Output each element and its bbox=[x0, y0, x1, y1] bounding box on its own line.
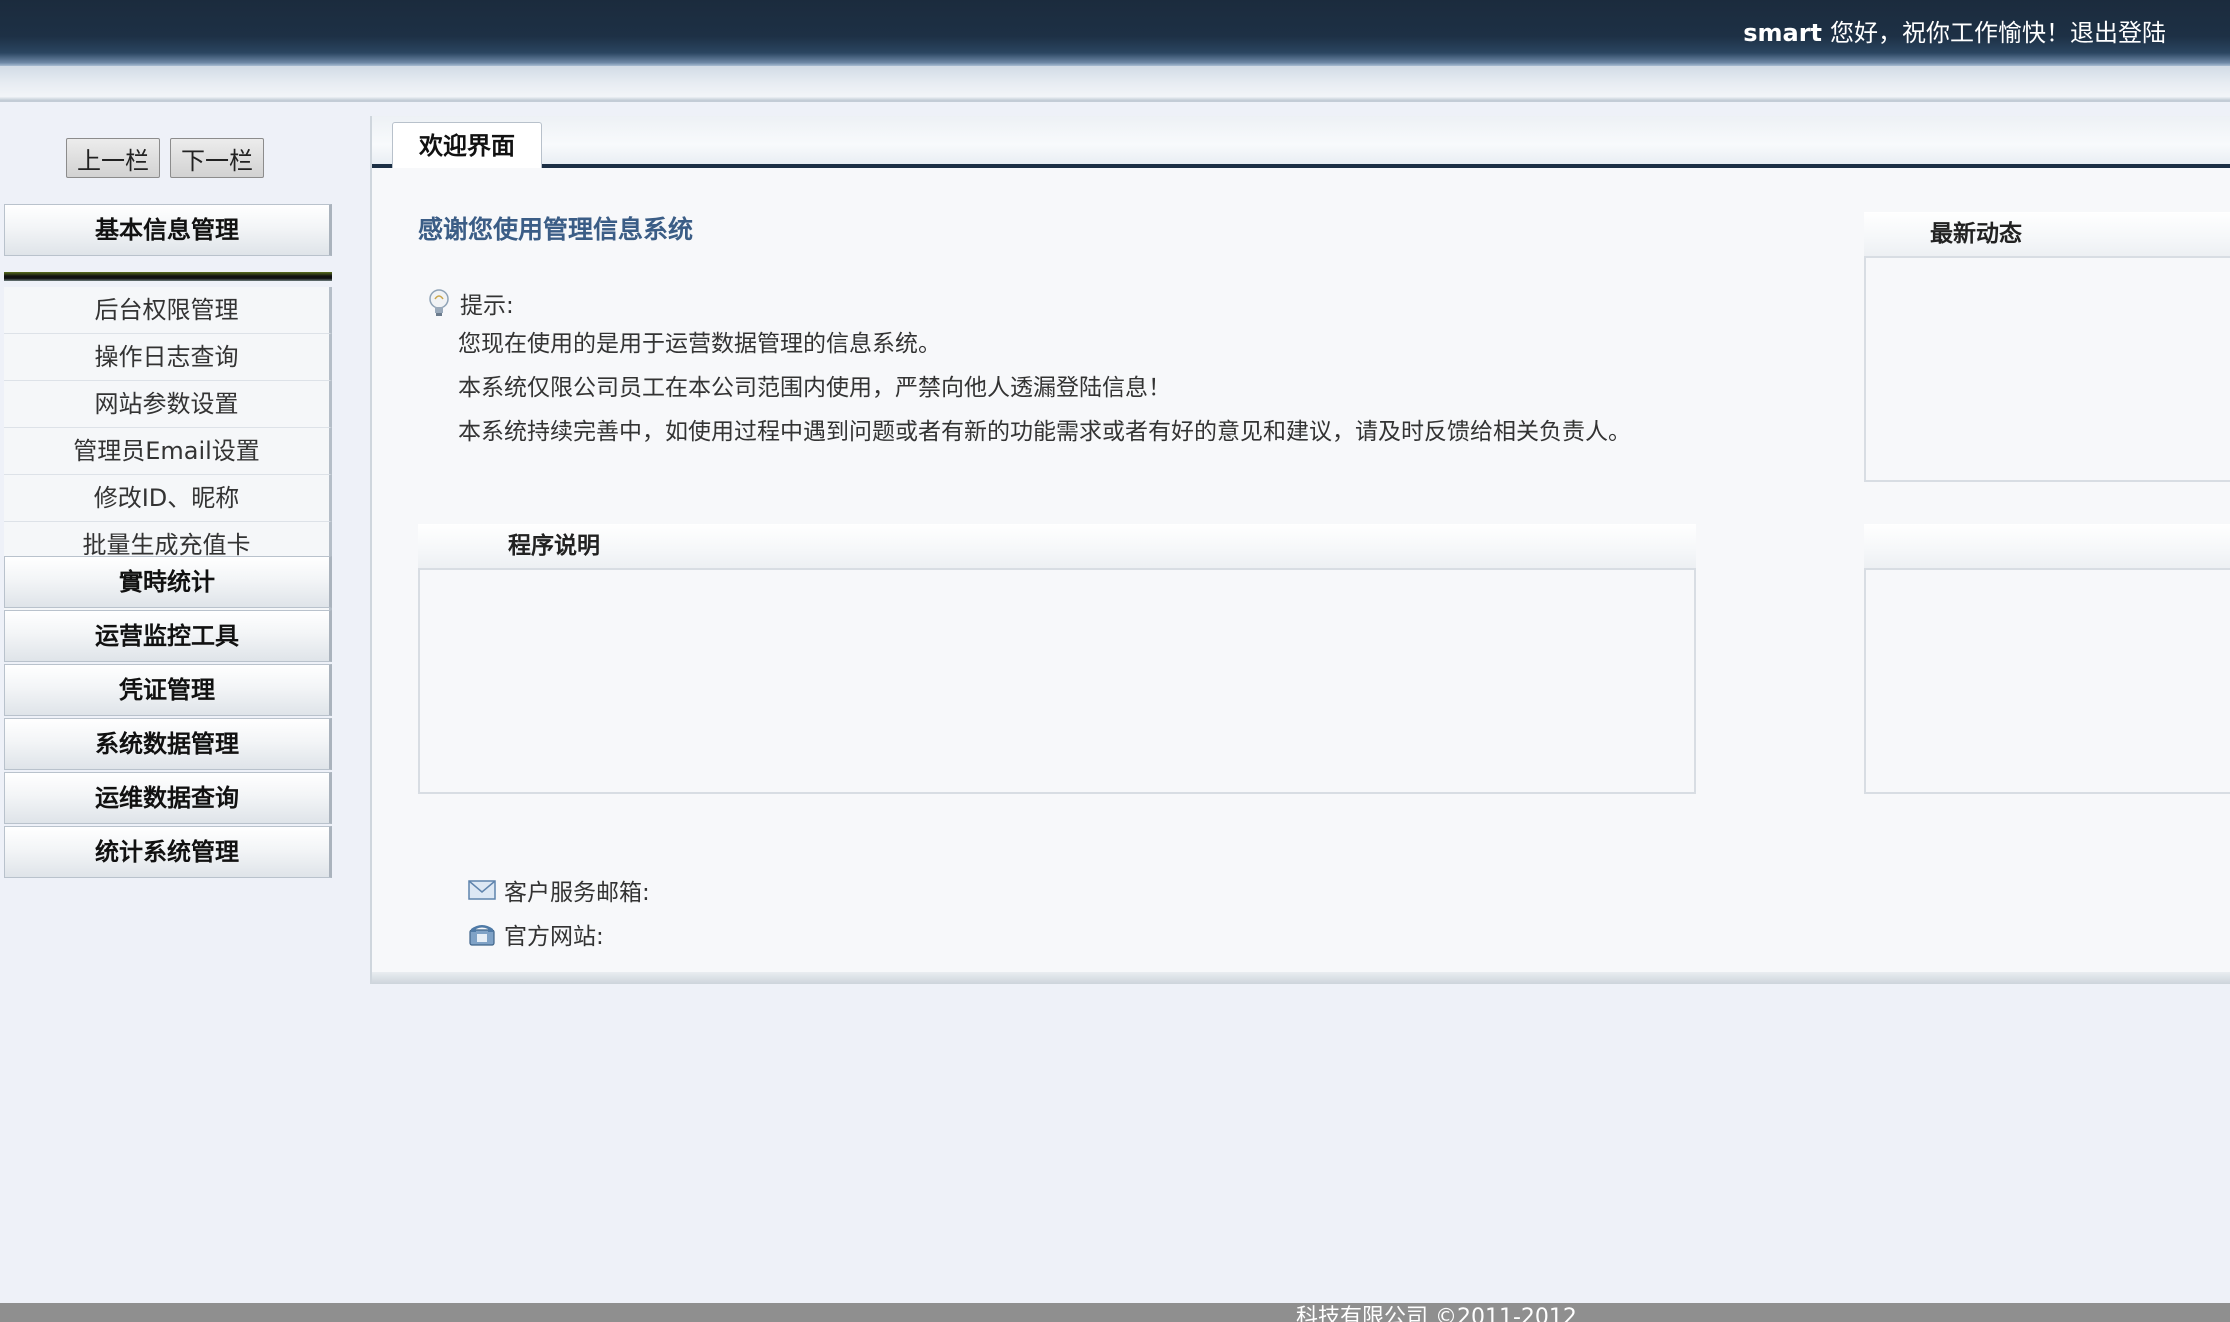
tips-block: 提示: 您现在使用的是用于运营数据管理的信息系统。 本系统仅限公司员工在本公司范… bbox=[426, 286, 1631, 454]
tab-bar: 欢迎界面 bbox=[372, 116, 2230, 168]
footer: 科技有限公司 ©2011-2012 bbox=[0, 1303, 2230, 1322]
right-panel bbox=[1864, 568, 2230, 794]
copyright-text: 科技有限公司 ©2011-2012 bbox=[1296, 1305, 1577, 1322]
frame-bottom-edge bbox=[372, 972, 2230, 984]
email-row: 客户服务邮箱: bbox=[468, 868, 650, 912]
website-label: 官方网站: bbox=[504, 924, 604, 950]
logout-link[interactable]: 退出登陆 bbox=[2070, 19, 2166, 47]
menu-section-stats-system[interactable]: 统计系统管理 bbox=[4, 826, 332, 878]
menu-section-basic-info[interactable]: 基本信息管理 bbox=[4, 204, 332, 256]
menu-section-system-data[interactable]: 系统数据管理 bbox=[4, 718, 332, 770]
submenu-item-operation-log[interactable]: 操作日志查询 bbox=[4, 334, 332, 381]
email-label: 客户服务邮箱: bbox=[504, 880, 650, 906]
tip-line: 本系统持续完善中，如使用过程中遇到问题或者有新的功能需求或者有好的意见和建议，请… bbox=[458, 419, 1631, 445]
tip-label: 提示: bbox=[426, 286, 1631, 320]
latest-news-header: 最新动态 bbox=[1864, 212, 2230, 256]
menu-section-ops-query[interactable]: 运维数据查询 bbox=[4, 772, 332, 824]
header-subbar bbox=[0, 66, 2230, 102]
username: smart bbox=[1743, 19, 1822, 47]
menu-divider bbox=[4, 272, 332, 281]
menu-section-voucher[interactable]: 凭证管理 bbox=[4, 664, 332, 716]
greeting-text: 您好，祝你工作愉快！ bbox=[1830, 19, 2070, 47]
program-desc-title: 程序说明 bbox=[508, 533, 600, 559]
prev-section-button[interactable]: 上一栏 bbox=[66, 138, 160, 178]
lightbulb-icon bbox=[429, 289, 449, 316]
latest-news-title: 最新动态 bbox=[1930, 221, 2022, 247]
contact-info: 客户服务邮箱: 官方网站: bbox=[468, 868, 650, 956]
page-title: 感谢您使用管理信息系统 bbox=[418, 215, 694, 244]
top-header: smart 您好，祝你工作愉快！退出登陆 bbox=[0, 0, 2230, 66]
envelope-icon bbox=[468, 880, 496, 900]
phone-icon bbox=[469, 925, 495, 946]
tip-line: 您现在使用的是用于运营数据管理的信息系统。 bbox=[458, 331, 941, 357]
program-desc-header: 程序说明 bbox=[418, 524, 1696, 568]
user-greeting: smart 您好，祝你工作愉快！退出登陆 bbox=[1743, 16, 2166, 50]
submenu-item-modify-id[interactable]: 修改ID、昵称 bbox=[4, 475, 332, 522]
submenu-item-permissions[interactable]: 后台权限管理 bbox=[4, 287, 332, 334]
content-frame: 欢迎界面 感谢您使用管理信息系统 提示: 您现在使用的是用于运营数据管理的信息系… bbox=[370, 116, 2230, 984]
latest-news-panel bbox=[1864, 256, 2230, 482]
sidebar-pager: 上一栏 下一栏 bbox=[66, 138, 264, 178]
menu-section-monitoring-tools[interactable]: 运营监控工具 bbox=[4, 610, 332, 662]
right-panel-header bbox=[1864, 524, 2230, 568]
next-section-button[interactable]: 下一栏 bbox=[170, 138, 264, 178]
menu-section-realtime-stats[interactable]: 實時统计 bbox=[4, 556, 332, 608]
tip-line: 本系统仅限公司员工在本公司范围内使用，严禁向他人透漏登陆信息！ bbox=[458, 375, 1171, 401]
submenu-item-admin-email[interactable]: 管理员Email设置 bbox=[4, 428, 332, 475]
program-desc-panel bbox=[418, 568, 1696, 794]
tab-welcome[interactable]: 欢迎界面 bbox=[392, 122, 542, 168]
submenu-item-site-params[interactable]: 网站参数设置 bbox=[4, 381, 332, 428]
website-row: 官方网站: bbox=[468, 912, 650, 956]
tip-label-text: 提示: bbox=[460, 293, 514, 319]
